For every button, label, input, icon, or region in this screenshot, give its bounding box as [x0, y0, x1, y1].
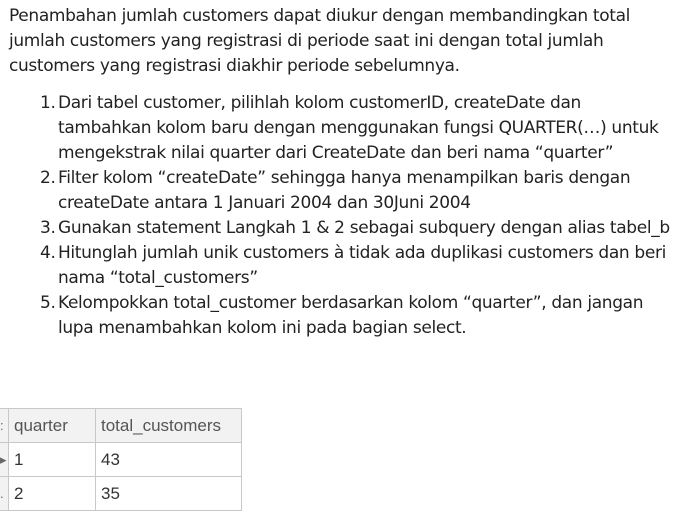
cell-quarter[interactable]: 2	[8, 476, 96, 511]
cell-total-customers[interactable]: 35	[95, 476, 242, 511]
list-item: 1. Dari tabel customer, pilihlah kolom c…	[26, 91, 672, 166]
query-result-grid: : quarter total_customers ▸ 1 43 . 2 35	[0, 408, 246, 512]
list-number: 1.	[40, 93, 56, 113]
row-marker-icon[interactable]: ▸	[0, 442, 9, 477]
cell-total-customers[interactable]: 43	[95, 442, 242, 477]
list-item: 3. Gunakan statement Langkah 1 & 2 sebag…	[26, 216, 672, 241]
table-row[interactable]: ▸ 1 43	[0, 442, 242, 477]
table-row[interactable]: . 2 35	[0, 476, 242, 511]
row-marker-icon[interactable]: .	[0, 476, 9, 511]
cell-quarter[interactable]: 1	[8, 442, 96, 477]
list-item-text: Filter kolom “createDate” sehingga hanya…	[58, 168, 631, 213]
table-header-row: : quarter total_customers	[0, 408, 242, 443]
list-item-text: Hitunglah jumlah unik customers à tidak …	[58, 243, 666, 288]
list-number: 4.	[40, 243, 56, 263]
column-header-quarter[interactable]: quarter	[8, 408, 96, 443]
row-gutter-header[interactable]: :	[0, 408, 9, 443]
list-item: 4. Hitunglah jumlah unik customers à tid…	[26, 241, 672, 291]
result-table: : quarter total_customers ▸ 1 43 . 2 35	[0, 408, 242, 511]
list-number: 3.	[40, 218, 56, 238]
list-item: 5. Kelompokkan total_customer berdasarka…	[26, 291, 672, 341]
list-number: 2.	[40, 168, 56, 188]
list-item: 2. Filter kolom “createDate” sehingga ha…	[26, 166, 672, 216]
list-item-text: Kelompokkan total_customer berdasarkan k…	[58, 293, 644, 338]
intro-paragraph: Penambahan jumlah customers dapat diukur…	[9, 6, 631, 76]
list-item-text: Dari tabel customer, pilihlah kolom cust…	[58, 93, 659, 163]
list-number: 5.	[40, 293, 56, 313]
column-header-total-customers[interactable]: total_customers	[95, 408, 242, 443]
steps-list: 1. Dari tabel customer, pilihlah kolom c…	[26, 91, 672, 341]
list-item-text: Gunakan statement Langkah 1 & 2 sebagai …	[58, 218, 670, 238]
